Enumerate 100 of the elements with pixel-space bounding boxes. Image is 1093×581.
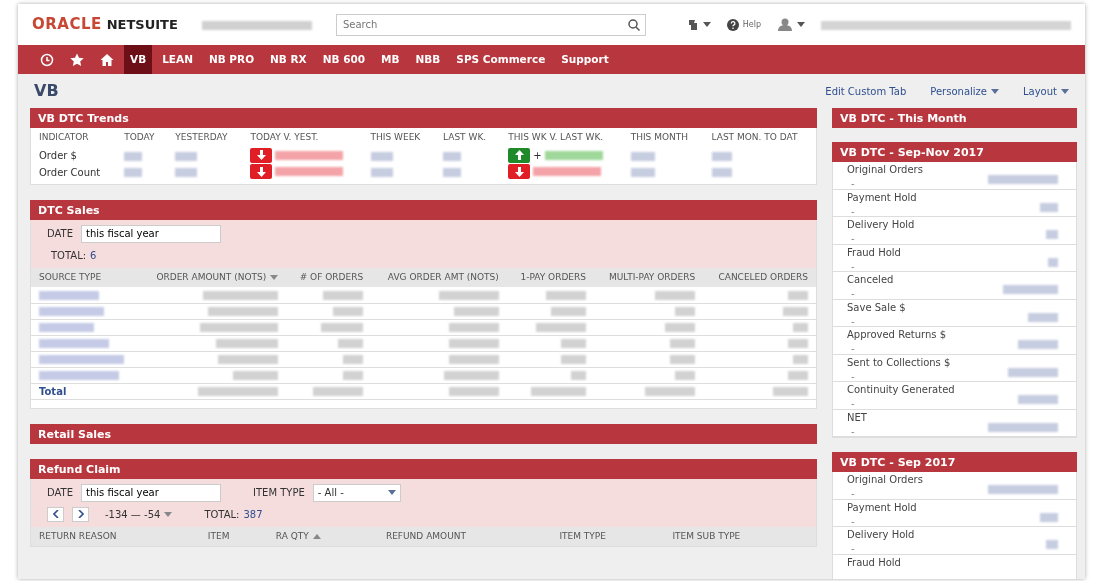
redacted-value — [275, 150, 344, 160]
nav-tab[interactable]: NB RX — [264, 45, 313, 74]
redacted-value — [443, 168, 462, 178]
down-arrow-icon — [514, 166, 524, 177]
redacted-value — [773, 387, 808, 396]
home-icon — [100, 52, 114, 67]
metric-label: Fraud Hold — [847, 246, 902, 259]
metric-label: Delivery Hold — [847, 529, 916, 541]
metric-label: Original Orders — [847, 164, 924, 176]
metric-subtext: - — [851, 288, 855, 300]
redacted-value — [655, 290, 696, 300]
metric-subtext: - — [851, 205, 855, 218]
nav-tab[interactable]: VB — [124, 45, 153, 74]
nav-tab[interactable]: Support — [555, 45, 615, 74]
metric-label: Sent to Collections $ — [847, 356, 952, 369]
item-type-dropdown[interactable]: - All - — [312, 483, 401, 502]
logo-text: ORACLE — [32, 14, 102, 36]
redacted-value — [551, 307, 586, 316]
nav-tab[interactable]: MB — [375, 45, 406, 74]
shortcut-button[interactable] — [686, 18, 711, 31]
metric-subtext: - — [851, 178, 855, 190]
redacted-value — [988, 485, 1058, 494]
redacted-value — [343, 371, 364, 380]
redacted-value — [675, 371, 696, 380]
redacted-value — [546, 290, 586, 300]
redacted-value — [124, 168, 143, 178]
nav-tab[interactable]: SPS Commerce — [450, 45, 552, 74]
redacted-value — [561, 339, 586, 348]
user-menu-button[interactable] — [777, 18, 805, 31]
user-icon — [777, 18, 793, 31]
redacted-value — [39, 323, 94, 332]
redacted-value — [448, 339, 499, 348]
page-range-dropdown[interactable]: -134 — -54 — [105, 506, 173, 522]
search-field[interactable]: Search — [335, 13, 646, 36]
redacted-value — [561, 355, 586, 364]
metric-label: Delivery Hold — [847, 219, 916, 231]
total-link[interactable]: Total — [39, 385, 67, 397]
caret-icon — [797, 22, 805, 27]
redacted-value — [1046, 540, 1058, 549]
panel-header: Refund Claim — [30, 458, 817, 479]
redacted-value — [531, 387, 586, 396]
redacted-value — [39, 290, 99, 300]
redacted-value — [1046, 230, 1058, 239]
redacted-value — [665, 323, 696, 332]
star-icon — [70, 52, 84, 67]
redacted-value — [448, 323, 499, 332]
date-field[interactable]: this fiscal year — [81, 483, 221, 502]
metric-label: Original Orders — [847, 474, 924, 486]
chevron-left-icon — [52, 510, 59, 518]
metric-subtext: - — [851, 233, 855, 245]
panel-header: VB DTC - Sep-Nov 2017 — [832, 142, 1077, 162]
field-label: ITEM TYPE — [253, 486, 305, 500]
metric-subtext: - — [851, 515, 855, 528]
redacted-value — [544, 150, 603, 160]
caret-icon — [387, 490, 396, 495]
total-count: 387 — [243, 507, 263, 522]
logo-text: NETSUITE — [106, 15, 178, 34]
redacted-value — [1018, 340, 1058, 349]
redacted-value — [343, 355, 364, 364]
page-action-link[interactable]: Edit Custom Tab — [825, 83, 907, 99]
metric-label: Continuity Generated — [847, 384, 956, 396]
help-icon — [726, 18, 739, 31]
redacted-value — [216, 339, 279, 348]
nav-tab[interactable]: NB PRO — [202, 45, 261, 74]
caret-icon — [702, 22, 711, 27]
redacted-value — [783, 307, 808, 316]
redacted-value — [175, 168, 198, 178]
redacted-value — [670, 355, 696, 364]
nav-tab[interactable]: LEAN — [156, 45, 199, 74]
nav-tab[interactable]: NBB — [409, 45, 447, 74]
page-action-link[interactable]: Layout — [1023, 83, 1069, 99]
redacted-value — [793, 355, 808, 364]
panel-header: DTC Sales — [30, 199, 817, 220]
page-action-link[interactable]: Personalize — [930, 83, 999, 99]
redacted-value — [630, 168, 655, 178]
metric-subtext: - — [851, 488, 855, 500]
redacted-value — [1018, 395, 1058, 404]
redacted-value — [1003, 285, 1058, 294]
next-page-button[interactable] — [72, 506, 89, 522]
redacted-value — [370, 151, 393, 161]
redacted-value — [218, 355, 279, 364]
metric-label: Fraud Hold — [847, 556, 902, 569]
metric-label: Canceled — [847, 274, 895, 286]
metric-label: Save Sale $ — [847, 301, 907, 314]
redacted-value — [711, 151, 732, 161]
help-button[interactable]: Help — [726, 18, 761, 31]
redacted-value — [233, 371, 279, 380]
down-arrow-icon — [256, 150, 266, 160]
previous-page-button[interactable] — [47, 506, 64, 522]
redacted-value — [675, 307, 696, 316]
metric-label: Payment Hold — [847, 501, 918, 514]
redacted-value — [39, 307, 104, 316]
date-field[interactable]: this fiscal year — [81, 224, 221, 243]
field-label: DATE — [47, 486, 73, 500]
nav-tab[interactable]: NB 600 — [316, 45, 372, 74]
redacted-value — [438, 290, 499, 300]
down-arrow-icon — [256, 166, 266, 177]
redacted-value — [175, 151, 198, 161]
redacted-value — [788, 290, 808, 300]
redacted-value — [793, 323, 808, 332]
